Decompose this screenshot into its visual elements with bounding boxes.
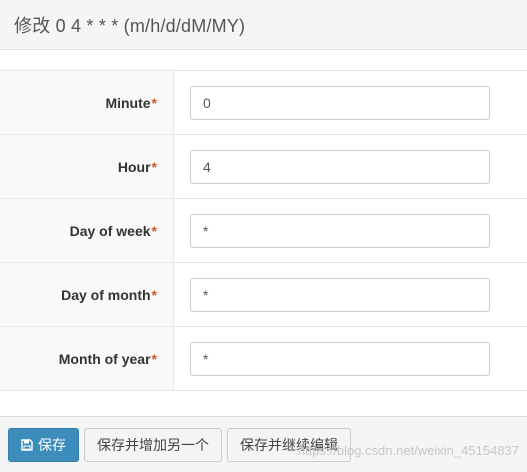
field-input-cell — [174, 71, 527, 134]
field-input-cell — [174, 327, 527, 390]
field-label-minute: Minute * — [0, 71, 174, 134]
crontab-form: Minute* Hour* Day of week* Day o — [0, 70, 527, 391]
field-label-text: Month of year — [58, 350, 151, 367]
required-marker: * — [151, 158, 157, 175]
field-input-cell — [174, 263, 527, 326]
save-and-add-another-label: 保存并增加另一个 — [97, 436, 209, 453]
save-and-continue-editing-button[interactable]: 保存并继续编辑 — [227, 427, 351, 462]
day-of-week-input[interactable] — [190, 213, 490, 248]
save-and-continue-editing-label: 保存并继续编辑 — [240, 436, 338, 453]
required-marker: * — [151, 222, 157, 239]
form-row-hour: Hour * — [0, 135, 527, 199]
field-label-text: Minute — [105, 94, 151, 111]
field-label-month-of-year: Month of year * — [0, 327, 174, 390]
save-button-label: 保存 — [38, 436, 66, 453]
field-input-cell — [174, 135, 527, 198]
day-of-month-input[interactable] — [190, 277, 490, 312]
field-label-text: Day of month — [61, 286, 151, 303]
form-actions: 保存 保存并增加另一个 保存并继续编辑 — [0, 416, 527, 472]
month-of-year-input[interactable] — [190, 341, 490, 376]
save-button[interactable]: 保存 — [8, 427, 79, 462]
form-row-day-of-week: Day of week * — [0, 199, 527, 263]
page-title: 修改 0 4 * * * (m/h/d/dM/MY) — [14, 15, 246, 36]
floppy-disk-icon — [21, 438, 33, 451]
required-marker: * — [151, 94, 157, 111]
form-row-month-of-year: Month of year * — [0, 327, 527, 391]
field-label-text: Hour — [117, 158, 151, 175]
edit-crontab-page: 修改 0 4 * * * (m/h/d/dM/MY) Minute* Hour*… — [0, 0, 527, 472]
minute-input[interactable] — [190, 85, 490, 120]
save-and-add-another-button[interactable]: 保存并增加另一个 — [84, 427, 222, 462]
required-marker: * — [151, 286, 157, 303]
hour-input[interactable] — [190, 149, 490, 184]
field-label-hour: Hour * — [0, 135, 174, 198]
field-label-text: Day of week — [69, 222, 151, 239]
field-input-cell — [174, 199, 527, 262]
field-label-day-of-month: Day of month * — [0, 263, 174, 326]
required-marker: * — [151, 350, 157, 367]
field-label-day-of-week: Day of week * — [0, 199, 174, 262]
form-row-minute: Minute * — [0, 71, 527, 135]
page-header: 修改 0 4 * * * (m/h/d/dM/MY) — [0, 0, 527, 50]
form-row-day-of-month: Day of month * — [0, 263, 527, 327]
